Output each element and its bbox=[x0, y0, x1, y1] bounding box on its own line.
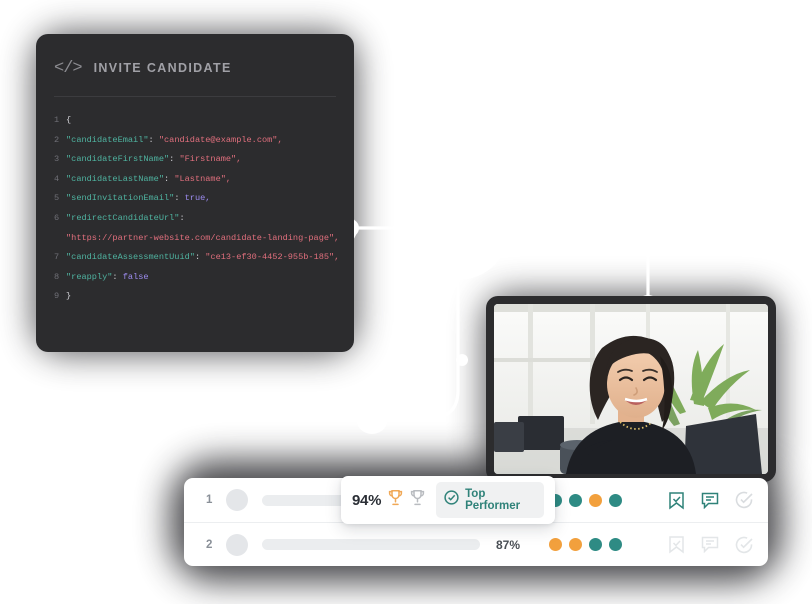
check-circle-icon bbox=[444, 490, 459, 510]
code-card-divider bbox=[54, 96, 336, 97]
code-line: 8 "reapply": false bbox=[54, 268, 336, 288]
top-performer-badge[interactable]: Top Performer bbox=[436, 482, 544, 518]
code-line: 2 "candidateEmail": "candidate@example.co… bbox=[54, 131, 336, 151]
code-token: "candidate@example.com", bbox=[158, 134, 283, 145]
code-token: : bbox=[194, 252, 206, 263]
row-score-dots bbox=[549, 493, 622, 507]
score-dot bbox=[589, 538, 602, 551]
code-token: "redirectCandidateUrl" bbox=[66, 212, 180, 223]
code-line-number: 8 bbox=[54, 271, 60, 282]
code-token: "candidateFirstName" bbox=[66, 154, 170, 165]
score-dot bbox=[569, 493, 582, 507]
name-placeholder-bar bbox=[262, 539, 480, 550]
bottom-path-node bbox=[456, 354, 468, 366]
code-line-number: 7 bbox=[54, 252, 60, 263]
top-performer-label: Top Performer bbox=[465, 488, 521, 512]
code-line-number: 5 bbox=[54, 193, 60, 204]
row-actions bbox=[668, 491, 754, 510]
code-token: "candidateEmail" bbox=[66, 134, 149, 145]
code-token: true, bbox=[184, 193, 211, 204]
code-line-number: 2 bbox=[54, 134, 60, 145]
score-dot bbox=[609, 538, 622, 551]
top-right-node bbox=[536, 100, 576, 140]
code-token: } bbox=[66, 291, 72, 302]
invite-candidate-code-card: </> INVITE CANDIDATE 1{2 "candidateEmail"… bbox=[36, 34, 354, 352]
top-path-node bbox=[482, 114, 494, 126]
code-token: : bbox=[164, 173, 175, 184]
central-hub-node bbox=[406, 176, 510, 280]
code-line-number: 1 bbox=[54, 115, 60, 125]
code-token: : bbox=[179, 212, 185, 223]
code-token: : bbox=[112, 271, 123, 282]
check-circle-icon[interactable] bbox=[735, 491, 754, 509]
row-actions bbox=[668, 535, 754, 554]
code-token: "ce13-ef30-4452-955b-185", bbox=[205, 252, 340, 263]
code-token: "Firstname", bbox=[179, 154, 242, 165]
code-block: 1{2 "candidateEmail": "candidate@example.… bbox=[54, 111, 340, 307]
code-line: 1{ bbox=[54, 111, 336, 131]
code-line-number: 4 bbox=[54, 173, 60, 184]
code-token: { bbox=[66, 115, 72, 125]
score-dot bbox=[569, 538, 582, 551]
code-token: false bbox=[122, 271, 149, 282]
score-dot bbox=[609, 493, 622, 507]
row-rank: 1 bbox=[206, 494, 213, 506]
code-token: : bbox=[169, 154, 180, 165]
score-dot bbox=[589, 493, 602, 507]
row-score-dots bbox=[549, 538, 622, 551]
video-interview-card bbox=[486, 296, 776, 482]
code-token: "Lastname", bbox=[174, 173, 232, 184]
table-row[interactable]: 2 87% bbox=[184, 522, 768, 566]
code-token: "sendInvitationEmail" bbox=[66, 193, 175, 204]
avatar bbox=[226, 533, 248, 556]
avatar bbox=[226, 489, 248, 511]
comment-icon[interactable] bbox=[701, 536, 719, 553]
code-line: 3 "candidateFirstName": "Firstname", bbox=[54, 150, 336, 170]
score-dot bbox=[549, 538, 562, 551]
candidate-photo bbox=[494, 304, 768, 474]
code-card-title: INVITE CANDIDATE bbox=[93, 61, 232, 75]
code-line: 9} bbox=[54, 287, 336, 307]
top-performer-popover: 94% Top Performer bbox=[341, 476, 555, 524]
check-circle-icon[interactable] bbox=[735, 536, 754, 554]
code-token: "candidateAssessmentUuid" bbox=[66, 252, 195, 263]
code-line: "https://partner-website.com/candidate-l… bbox=[54, 229, 340, 249]
row-score: 87% bbox=[496, 537, 521, 552]
code-line-number: 9 bbox=[54, 291, 60, 302]
code-line: 7 "candidateAssessmentUuid": "ce13-ef30-4… bbox=[54, 248, 340, 268]
trophy-gold-icon bbox=[388, 489, 403, 511]
row-rank: 2 bbox=[206, 538, 213, 551]
code-line: 6 "redirectCandidateUrl": bbox=[54, 209, 336, 229]
code-token: : bbox=[174, 193, 185, 204]
code-tag-icon: </> bbox=[54, 58, 83, 78]
code-token: "reapply" bbox=[66, 271, 113, 282]
illustration-stage: </> INVITE CANDIDATE 1{2 "candidateEmail"… bbox=[0, 0, 812, 604]
right-elbow-node bbox=[625, 229, 639, 243]
right-mid-node bbox=[550, 222, 562, 234]
code-line-number: 3 bbox=[54, 154, 60, 165]
comment-icon[interactable] bbox=[701, 492, 719, 509]
code-token: "candidateLastName" bbox=[66, 173, 164, 184]
code-line: 4 "candidateLastName": "Lastname", bbox=[54, 170, 336, 190]
bottom-left-node bbox=[356, 402, 388, 434]
bookmark-check-icon[interactable] bbox=[668, 535, 685, 554]
code-line: 5 "sendInvitationEmail": true, bbox=[54, 189, 336, 209]
popover-score: 94% bbox=[352, 491, 382, 509]
code-card-header: </> INVITE CANDIDATE bbox=[54, 56, 336, 80]
bookmark-check-icon[interactable] bbox=[668, 491, 685, 510]
code-token: : bbox=[148, 134, 159, 145]
trophy-grey-icon bbox=[410, 489, 425, 511]
code-line-number: 6 bbox=[54, 212, 60, 223]
code-token: "https://partner-website.com/candidate-l… bbox=[66, 232, 340, 243]
